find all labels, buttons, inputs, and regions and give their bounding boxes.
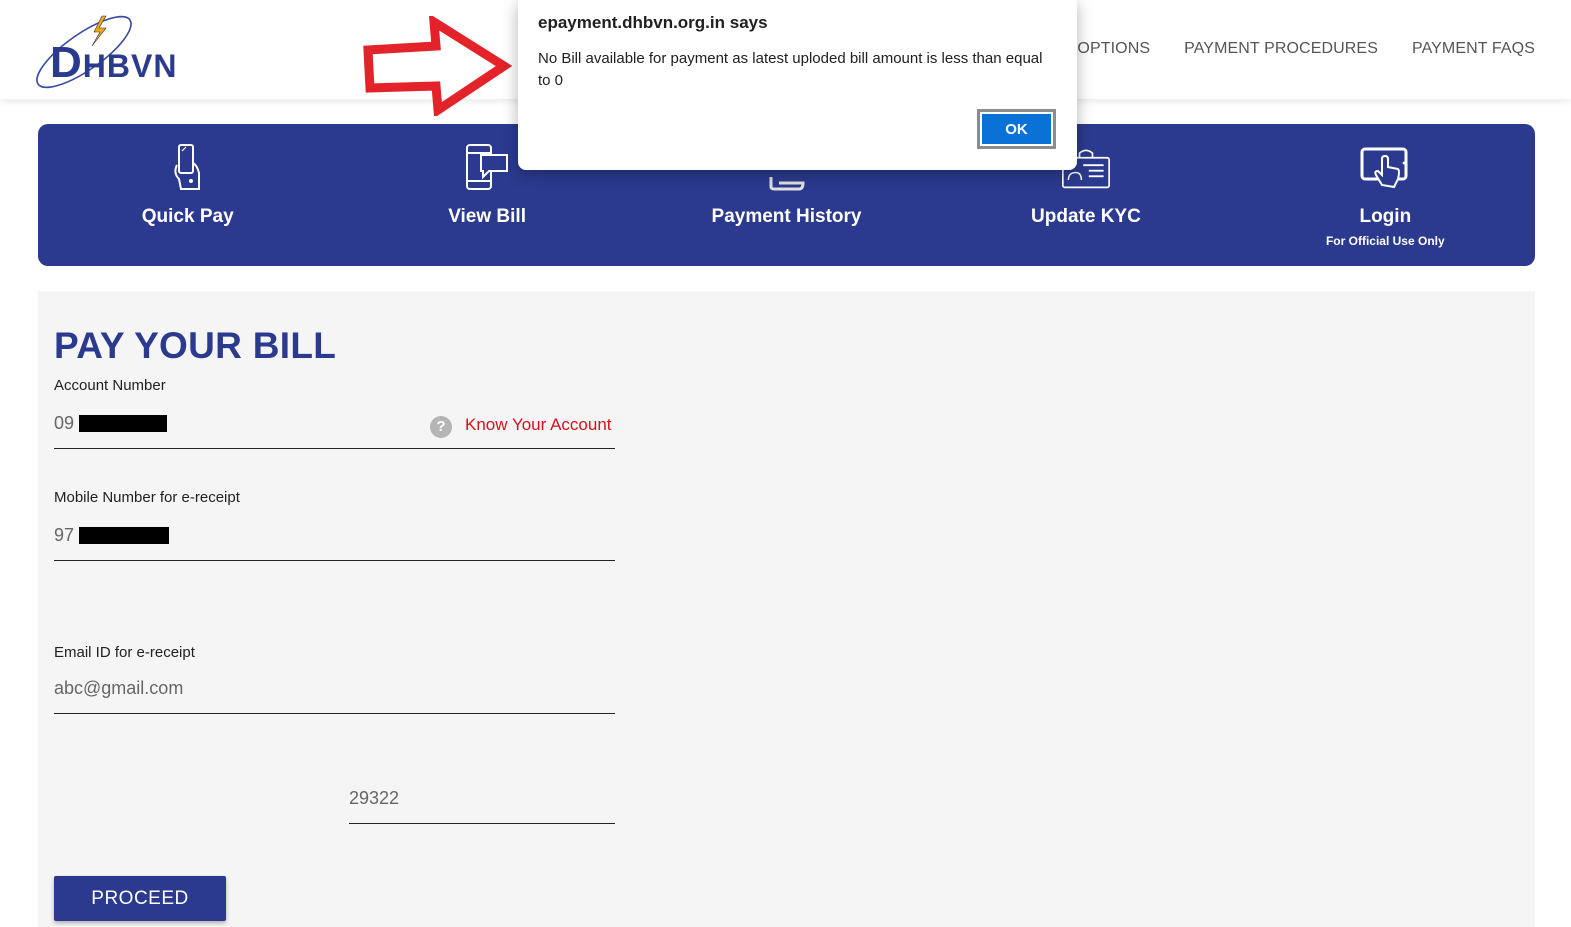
email-label: Email ID for e-receipt bbox=[54, 644, 195, 661]
dhbvn-logo[interactable]: DHBVN bbox=[36, 12, 196, 92]
redaction-box bbox=[79, 527, 169, 544]
phone-chat-icon bbox=[462, 142, 512, 192]
hand-phone-icon bbox=[163, 142, 213, 192]
help-icon[interactable]: ? bbox=[430, 416, 452, 438]
alert-dialog: epayment.dhbvn.org.in says No Bill avail… bbox=[518, 0, 1077, 170]
redaction-box bbox=[79, 415, 167, 432]
tile-sublabel: For Official Use Only bbox=[1325, 234, 1445, 248]
dialog-title: epayment.dhbvn.org.in says bbox=[538, 13, 768, 32]
tile-label: View Bill bbox=[448, 206, 526, 227]
tile-quick-pay[interactable]: Quick Pay bbox=[38, 124, 337, 266]
annotation-arrow-icon bbox=[363, 16, 512, 116]
tile-label: Payment History bbox=[711, 206, 862, 227]
mobile-number-value: 97 bbox=[54, 525, 75, 545]
logo-letter-d: D bbox=[50, 38, 83, 87]
pay-bill-panel: PAY YOUR BILL Account Number 09 ? Know Y… bbox=[38, 291, 1535, 927]
email-placeholder: abc@gmail.com bbox=[54, 678, 184, 698]
captcha-field[interactable]: 29322 bbox=[349, 788, 615, 824]
know-your-account-link[interactable]: Know Your Account bbox=[465, 415, 612, 435]
main-nav: ENT OPTIONS PAYMENT PROCEDURES PAYMENT F… bbox=[1041, 40, 1535, 58]
tile-label: Update KYC bbox=[1031, 206, 1141, 227]
account-number-field[interactable]: 09 ? Know Your Account bbox=[54, 413, 615, 449]
nav-payment-faqs[interactable]: PAYMENT FAQS bbox=[1412, 40, 1535, 58]
dialog-message: No Bill available for payment as latest … bbox=[538, 50, 1043, 89]
tablet-touch-icon bbox=[1360, 142, 1410, 192]
captcha-value: 29322 bbox=[349, 788, 400, 808]
mobile-number-label: Mobile Number for e-receipt bbox=[54, 489, 240, 506]
account-number-value: 09 bbox=[54, 413, 75, 433]
nav-payment-procedures[interactable]: PAYMENT PROCEDURES bbox=[1184, 40, 1378, 58]
page-title: PAY YOUR BILL bbox=[54, 325, 337, 366]
logo-text: DHBVN bbox=[50, 38, 177, 88]
tile-login[interactable]: Login For Official Use Only bbox=[1236, 124, 1535, 266]
mobile-number-field[interactable]: 97 bbox=[54, 525, 615, 561]
tile-label: Login bbox=[1359, 206, 1412, 227]
tile-label: Quick Pay bbox=[141, 206, 234, 227]
email-field[interactable]: abc@gmail.com bbox=[54, 678, 615, 714]
proceed-button[interactable]: PROCEED bbox=[54, 876, 226, 921]
logo-letters: HBVN bbox=[82, 48, 178, 84]
account-number-label: Account Number bbox=[54, 377, 166, 394]
ok-button[interactable]: OK bbox=[977, 109, 1056, 149]
